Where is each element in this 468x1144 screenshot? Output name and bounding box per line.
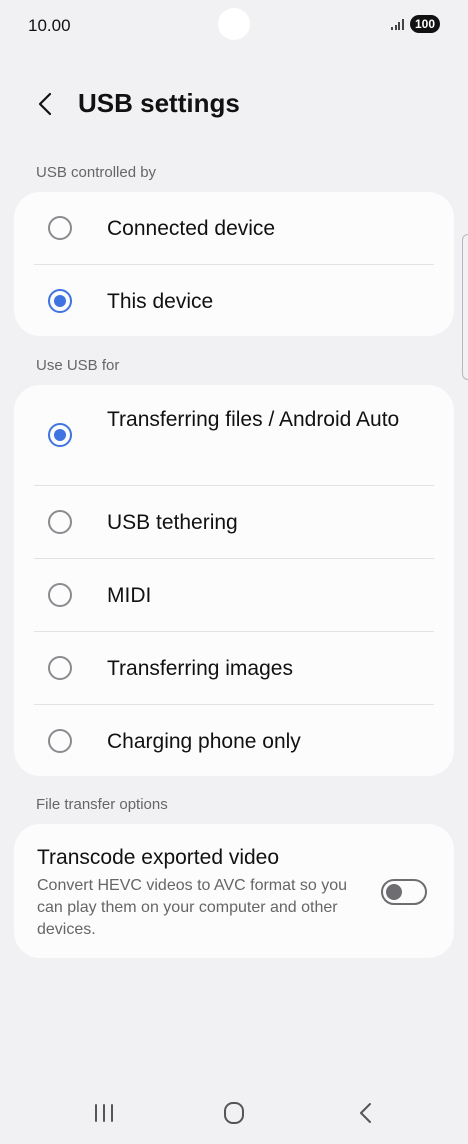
- option-connected-device[interactable]: Connected device: [14, 192, 454, 265]
- option-label: MIDI: [107, 584, 152, 607]
- status-time: 10.00: [28, 16, 71, 35]
- back-arrow-icon[interactable]: [34, 88, 60, 120]
- radio-button-selected[interactable]: [48, 423, 72, 447]
- radio-button-selected[interactable]: [48, 289, 72, 313]
- option-label: Charging phone only: [107, 730, 301, 753]
- transcode-video-toggle[interactable]: [381, 879, 427, 905]
- status-bar: 10.00 100: [0, 0, 468, 50]
- option-label: Transferring files / Android Auto: [107, 408, 400, 431]
- transcode-video-card[interactable]: Transcode exported video Convert HEVC vi…: [14, 824, 454, 958]
- home-icon[interactable]: [214, 1098, 254, 1128]
- screen: 10.00 100 USB settings USB controlled by…: [0, 0, 468, 1144]
- option-label: USB tethering: [107, 511, 238, 534]
- radio-button[interactable]: [48, 656, 72, 680]
- section-label-usb-controlled-by: USB controlled by: [36, 164, 157, 181]
- option-label: This device: [107, 290, 214, 313]
- section-label-file-transfer-options: File transfer options: [36, 796, 168, 813]
- option-this-device[interactable]: This device: [14, 265, 454, 336]
- system-nav-bar: [0, 1080, 468, 1144]
- radio-button[interactable]: [48, 583, 72, 607]
- signal-icon: [391, 18, 404, 30]
- status-icons: 100: [391, 15, 440, 33]
- option-charging-phone-only[interactable]: Charging phone only: [14, 705, 454, 776]
- transcode-video-description: Convert HEVC videos to AVC format so you…: [37, 877, 348, 938]
- option-transferring-images[interactable]: Transferring images: [14, 632, 454, 705]
- battery-icon: 100: [409, 15, 440, 33]
- recent-apps-icon[interactable]: [84, 1098, 124, 1128]
- radio-button[interactable]: [48, 729, 72, 753]
- option-usb-tethering[interactable]: USB tethering: [14, 486, 454, 559]
- radio-button[interactable]: [48, 216, 72, 240]
- transcode-video-title: Transcode exported video: [37, 846, 280, 869]
- use-usb-for-card: Transferring files / Android Auto USB te…: [14, 385, 454, 776]
- page-title: USB settings: [78, 88, 240, 118]
- camera-cutout: [218, 8, 250, 40]
- scrollbar[interactable]: [462, 234, 468, 380]
- usb-controlled-by-card: Connected device This device: [14, 192, 454, 336]
- option-midi[interactable]: MIDI: [14, 559, 454, 632]
- toggle-knob: [386, 884, 402, 900]
- radio-button[interactable]: [48, 510, 72, 534]
- option-transferring-files[interactable]: Transferring files / Android Auto: [14, 385, 454, 486]
- option-label: Transferring images: [107, 657, 293, 680]
- app-header: USB settings: [0, 80, 468, 130]
- option-label: Connected device: [107, 217, 276, 240]
- back-nav-icon[interactable]: [346, 1098, 386, 1128]
- section-label-use-usb-for: Use USB for: [36, 357, 120, 374]
